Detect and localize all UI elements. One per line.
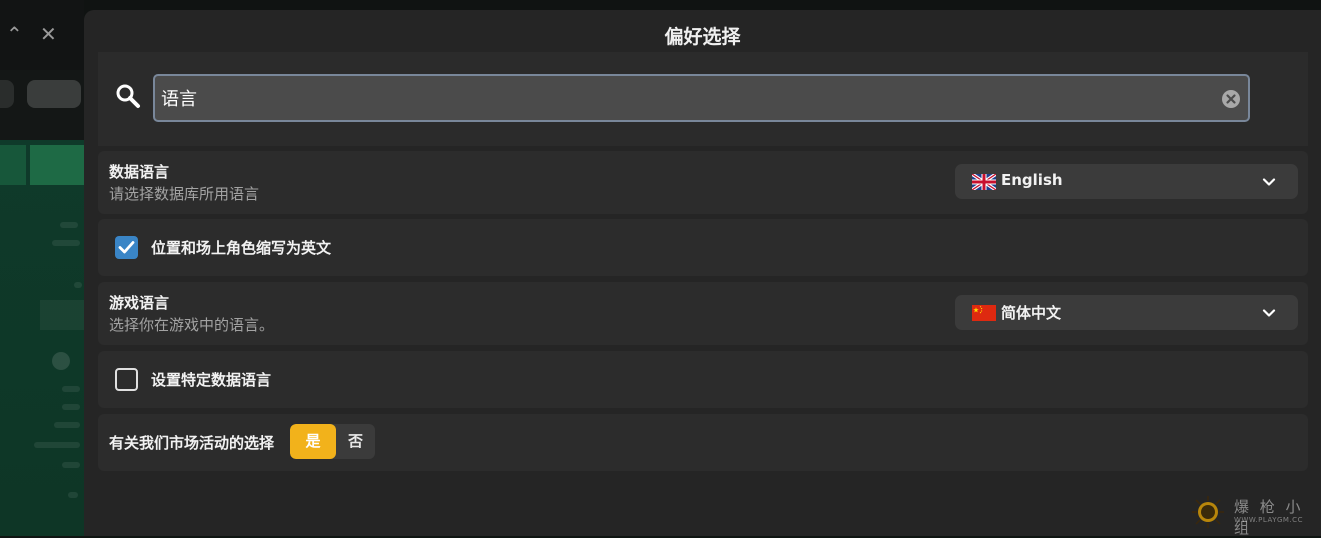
data-language-select[interactable]: English — [955, 164, 1298, 199]
game-language-value: 简体中文 — [1001, 304, 1062, 322]
data-language-subtitle: 请选择数据库所用语言 — [109, 185, 260, 203]
abbreviate-positions-label[interactable]: 位置和场上角色缩写为英文 — [151, 237, 331, 258]
background-green-button — [30, 145, 84, 185]
watermark-logo-icon — [1192, 496, 1224, 528]
search-icon — [116, 84, 140, 108]
background-text — [68, 492, 78, 498]
specific-data-language-checkbox[interactable] — [115, 368, 138, 391]
chevron-down-icon — [1262, 309, 1276, 317]
background-tab — [0, 80, 14, 108]
abbreviate-positions-row: 位置和场上角色缩写为英文 — [98, 219, 1308, 276]
background-text — [54, 422, 80, 428]
preferences-dialog: 偏好选择 数据语言 请选择数据库所用语言 — [84, 10, 1321, 536]
game-language-subtitle: 选择你在游戏中的语言。 — [109, 316, 275, 334]
window-close-icon: ✕ — [40, 22, 57, 46]
specific-data-language-row: 设置特定数据语言 — [98, 351, 1308, 408]
background-text — [74, 282, 82, 288]
watermark-url: WWW.PLAYGM.CC — [1234, 516, 1303, 524]
chevron-down-icon — [1262, 178, 1276, 186]
game-language-row: 游戏语言 选择你在游戏中的语言。 简体中文 — [98, 282, 1308, 345]
marketing-toggle: 是 否 — [290, 424, 375, 459]
specific-data-language-label[interactable]: 设置特定数据语言 — [151, 369, 271, 390]
background-text — [34, 442, 80, 448]
background-green-tab — [0, 145, 26, 185]
search-panel — [98, 52, 1308, 146]
watermark: 爆 枪 小 组 WWW.PLAYGM.CC — [1188, 492, 1318, 537]
checkmark-icon — [118, 241, 135, 254]
game-language-select[interactable]: 简体中文 — [955, 295, 1298, 330]
data-language-row: 数据语言 请选择数据库所用语言 English — [98, 151, 1308, 214]
background-sidebar: ⌃ ✕ — [0, 0, 84, 536]
china-flag-icon — [972, 305, 996, 321]
game-language-title: 游戏语言 — [109, 294, 170, 312]
marketing-label: 有关我们市场活动的选择 — [109, 434, 275, 452]
background-text — [62, 386, 80, 392]
search-input[interactable] — [153, 74, 1250, 122]
background-text — [52, 240, 80, 246]
background-text — [62, 404, 80, 410]
data-language-value: English — [1001, 171, 1063, 189]
background-row — [40, 300, 84, 330]
background-text — [62, 462, 80, 468]
window-resize-icon: ⌃ — [6, 22, 23, 46]
clear-search-icon[interactable] — [1221, 89, 1241, 109]
uk-flag-icon — [972, 174, 996, 190]
data-language-title: 数据语言 — [109, 163, 170, 181]
marketing-no-button[interactable]: 否 — [336, 424, 375, 459]
abbreviate-positions-checkbox[interactable] — [115, 236, 138, 259]
dialog-title: 偏好选择 — [664, 26, 741, 48]
background-text — [60, 222, 78, 228]
background-icon — [52, 352, 70, 370]
background-tab-active — [27, 80, 81, 108]
marketing-yes-button[interactable]: 是 — [290, 424, 336, 459]
marketing-row: 有关我们市场活动的选择 是 否 — [98, 414, 1308, 471]
